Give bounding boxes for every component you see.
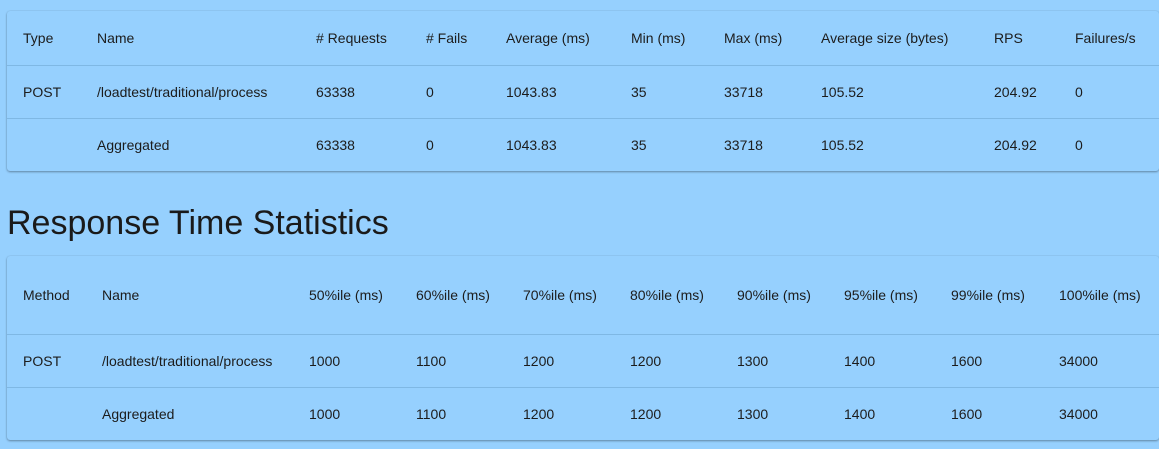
col-header-requests[interactable]: # Requests <box>300 11 410 65</box>
cell-p95: 1400 <box>828 333 935 387</box>
col-header-fails[interactable]: # Fails <box>410 11 490 65</box>
cell-name: Aggregated <box>81 117 300 171</box>
cell-average: 1043.83 <box>490 64 615 118</box>
col-header-method[interactable]: Method <box>7 256 86 334</box>
cell-p99: 1600 <box>935 386 1043 440</box>
table-header-row: Method Name 50%ile (ms) 60%ile (ms) 70%i… <box>7 256 1159 334</box>
cell-requests: 63338 <box>300 117 410 171</box>
cell-p90: 1300 <box>721 386 828 440</box>
cell-p60: 1100 <box>400 333 507 387</box>
col-header-min[interactable]: Min (ms) <box>615 11 708 65</box>
request-statistics-table: Type Name # Requests # Fails Average (ms… <box>7 11 1159 171</box>
col-header-p90[interactable]: 90%ile (ms) <box>721 256 828 334</box>
cell-p80: 1200 <box>614 333 721 387</box>
cell-fails: 0 <box>410 64 490 118</box>
cell-max: 33718 <box>708 64 805 118</box>
cell-p90: 1300 <box>721 333 828 387</box>
cell-p95: 1400 <box>828 386 935 440</box>
cell-failures-per-sec: 0 <box>1059 64 1159 118</box>
cell-p70: 1200 <box>507 386 614 440</box>
table-row-aggregated: Aggregated 1000 1100 1200 1200 1300 1400… <box>7 386 1159 440</box>
cell-p99: 1600 <box>935 333 1043 387</box>
col-header-name[interactable]: Name <box>86 256 293 334</box>
cell-p100: 34000 <box>1043 333 1159 387</box>
cell-p100: 34000 <box>1043 386 1159 440</box>
cell-p80: 1200 <box>614 386 721 440</box>
col-header-p100[interactable]: 100%ile (ms) <box>1043 256 1159 334</box>
cell-type: POST <box>7 64 81 118</box>
cell-rps: 204.92 <box>978 117 1059 171</box>
cell-min: 35 <box>615 64 708 118</box>
table-row-aggregated: Aggregated 63338 0 1043.83 35 33718 105.… <box>7 117 1159 171</box>
col-header-max[interactable]: Max (ms) <box>708 11 805 65</box>
col-header-p70[interactable]: 70%ile (ms) <box>507 256 614 334</box>
col-header-p95[interactable]: 95%ile (ms) <box>828 256 935 334</box>
cell-fails: 0 <box>410 117 490 171</box>
cell-name: /loadtest/traditional/process <box>81 64 300 118</box>
col-header-p80[interactable]: 80%ile (ms) <box>614 256 721 334</box>
col-header-avg-size[interactable]: Average size (bytes) <box>805 11 978 65</box>
cell-failures-per-sec: 0 <box>1059 117 1159 171</box>
cell-average: 1043.83 <box>490 117 615 171</box>
col-header-failures-per-sec[interactable]: Failures/s <box>1059 11 1159 65</box>
col-header-type[interactable]: Type <box>7 11 81 65</box>
cell-p50: 1000 <box>293 386 400 440</box>
cell-max: 33718 <box>708 117 805 171</box>
cell-min: 35 <box>615 117 708 171</box>
cell-method <box>7 386 86 440</box>
cell-method: POST <box>7 333 86 387</box>
response-time-table-card: Method Name 50%ile (ms) 60%ile (ms) 70%i… <box>7 256 1159 440</box>
section-title-response-time: Response Time Statistics <box>7 204 389 242</box>
cell-rps: 204.92 <box>978 64 1059 118</box>
col-header-rps[interactable]: RPS <box>978 11 1059 65</box>
col-header-p99[interactable]: 99%ile (ms) <box>935 256 1043 334</box>
table-header-row: Type Name # Requests # Fails Average (ms… <box>7 11 1159 65</box>
col-header-average[interactable]: Average (ms) <box>490 11 615 65</box>
cell-p60: 1100 <box>400 386 507 440</box>
cell-name: /loadtest/traditional/process <box>86 333 293 387</box>
cell-p70: 1200 <box>507 333 614 387</box>
request-statistics-table-card: Type Name # Requests # Fails Average (ms… <box>7 11 1159 171</box>
cell-requests: 63338 <box>300 64 410 118</box>
cell-type <box>7 117 81 171</box>
cell-p50: 1000 <box>293 333 400 387</box>
cell-avg-size: 105.52 <box>805 117 978 171</box>
cell-avg-size: 105.52 <box>805 64 978 118</box>
table-row: POST /loadtest/traditional/process 63338… <box>7 64 1159 118</box>
col-header-name[interactable]: Name <box>81 11 300 65</box>
table-row: POST /loadtest/traditional/process 1000 … <box>7 333 1159 387</box>
col-header-p50[interactable]: 50%ile (ms) <box>293 256 400 334</box>
col-header-p60[interactable]: 60%ile (ms) <box>400 256 507 334</box>
cell-name: Aggregated <box>86 386 293 440</box>
response-time-table: Method Name 50%ile (ms) 60%ile (ms) 70%i… <box>7 256 1159 440</box>
